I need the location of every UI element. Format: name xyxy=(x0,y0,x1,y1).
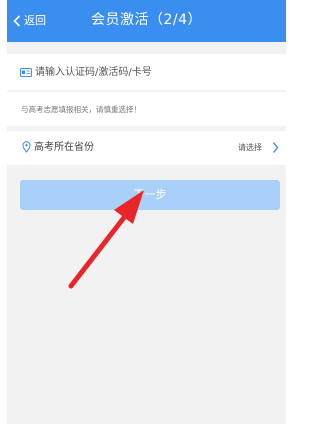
id-card-icon xyxy=(20,67,32,77)
next-button[interactable]: 下一步 xyxy=(20,180,280,210)
hint-section: 与高考志愿填报相关，请慎重选择！ xyxy=(7,92,286,126)
code-input[interactable] xyxy=(35,62,265,82)
province-label: 高考所在省份 xyxy=(34,142,94,153)
province-select-row[interactable]: 高考所在省份 请选择 xyxy=(7,131,286,165)
location-pin-icon xyxy=(22,141,31,153)
code-input-row xyxy=(7,54,286,90)
page-title: 会员激活（2/4） xyxy=(90,12,203,28)
hint-text: 与高考志愿填报相关，请慎重选择！ xyxy=(21,105,141,114)
province-value: 请选择 xyxy=(238,143,262,152)
chevron-right-icon xyxy=(272,142,279,153)
screen: 返回 会员激活（2/4） 与高考志愿填报相关，请慎重选择！ 高考所在省份 请选择… xyxy=(7,0,286,424)
navbar: 返回 会员激活（2/4） xyxy=(7,0,286,42)
